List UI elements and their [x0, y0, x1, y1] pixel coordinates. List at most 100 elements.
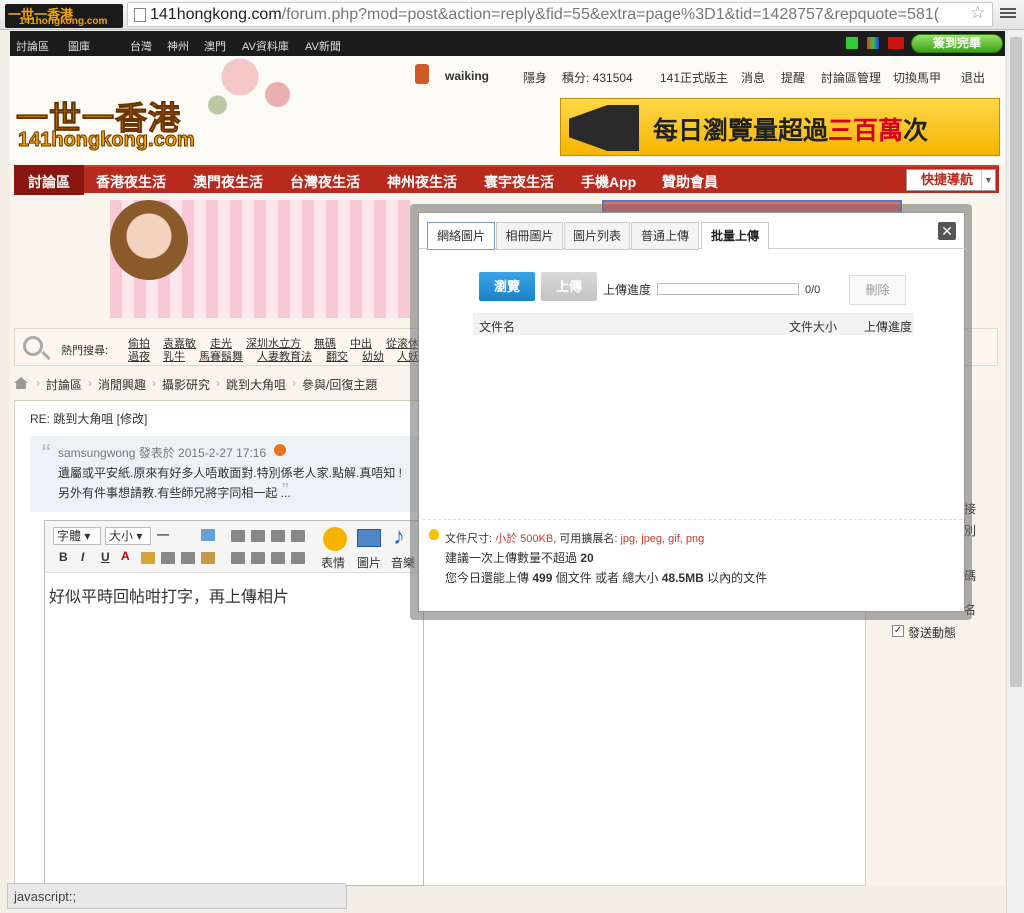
scrollbar-thumb[interactable] [1010, 37, 1022, 687]
invisible-toggle[interactable]: 隱身 [523, 69, 547, 86]
float-right-icon[interactable] [251, 552, 265, 564]
align-right-icon[interactable] [271, 530, 285, 542]
size-prefix: 文件尺寸: [445, 533, 493, 545]
quick-nav-dropdown[interactable]: 快捷導航 ▼ [906, 169, 996, 191]
hot-keyword[interactable]: 翻交 [326, 348, 348, 364]
emoji-icon[interactable] [323, 527, 347, 551]
font-color-button[interactable]: A [121, 549, 130, 563]
browse-button[interactable]: 瀏覽 [479, 272, 535, 301]
breadcrumb-photography[interactable]: 攝影研究 [162, 376, 210, 393]
align-center-icon[interactable] [251, 530, 265, 542]
breadcrumb-thread[interactable]: 跳到大角咀 [226, 376, 286, 393]
switch-account-link[interactable]: 切換馬甲 [893, 69, 941, 86]
send-feed-label: 發送動態 [908, 626, 957, 640]
link-icon[interactable] [161, 552, 175, 564]
image-upload-dialog: 網絡圖片 相冊圖片 圖片列表 普通上傳 批量上傳 ✕ 瀏覽 上傳 上傳進度 0/… [418, 212, 966, 612]
notifications-link[interactable]: 提醒 [781, 69, 805, 86]
topbar-link-av-db[interactable]: AV資料庫 [242, 38, 289, 54]
unlink-icon[interactable] [181, 552, 195, 564]
italic-button[interactable]: I [81, 550, 84, 564]
nav-item-taiwan-nightlife[interactable]: 台灣夜生活 [290, 172, 360, 192]
site-logo-domain[interactable]: 141hongkong.com [18, 129, 196, 152]
nav-item-sponsor[interactable]: 贊助會員 [662, 172, 718, 192]
image-icon[interactable] [357, 529, 381, 547]
emoji-label[interactable]: 表情 [321, 554, 345, 571]
send-feed-checkbox[interactable]: ✓ [892, 625, 904, 637]
size-select-value: 大小 [109, 529, 134, 543]
nav-item-china-nightlife[interactable]: 神州夜生活 [387, 172, 457, 192]
music-icon[interactable]: ♪ [393, 523, 405, 551]
tab-image-list[interactable]: 圖片列表 [564, 222, 630, 250]
nav-item-world-nightlife[interactable]: 寰宇夜生活 [484, 172, 554, 192]
color-icon[interactable] [867, 37, 879, 49]
moderator-link[interactable]: 141正式版主 [660, 69, 728, 86]
image-label[interactable]: 圖片 [357, 554, 381, 571]
hot-keyword[interactable]: 幼幼 [362, 348, 384, 364]
bold-button[interactable]: B [59, 550, 68, 564]
signin-button[interactable]: 簽到完畢 [911, 34, 1003, 53]
float-left-icon[interactable] [231, 552, 245, 564]
tab-batch-upload[interactable]: 批量上傳 [701, 222, 769, 250]
breadcrumb-leisure[interactable]: 消閒興趣 [98, 376, 146, 393]
tab-web-image[interactable]: 網絡圖片 [427, 222, 495, 250]
breadcrumb-forum[interactable]: 討論區 [46, 376, 82, 393]
editor-content[interactable]: 好似平時回帖咁打字，再上傳相片 [49, 583, 289, 607]
bookmark-star-icon[interactable]: ☆ [970, 3, 985, 23]
post-title: RE: 跳到大角咀 [修改] [30, 412, 148, 426]
hot-keyword[interactable]: 乳牛 [163, 348, 185, 364]
nav-item-macau-nightlife[interactable]: 澳門夜生活 [193, 172, 263, 192]
size-select[interactable]: 大小 ▾ [105, 527, 151, 545]
font-select[interactable]: 字體 ▾ [53, 527, 101, 545]
quote-meta: samsungwong 發表於 2015-2-27 17:16 [58, 446, 267, 460]
browser-menu-icon[interactable] [1000, 6, 1016, 22]
clear-format-icon[interactable] [201, 552, 215, 564]
tab-album-image[interactable]: 相冊圖片 [496, 222, 563, 250]
delete-button[interactable]: 刪除 [849, 275, 906, 305]
file-list-header: 文件名 文件大小 上傳進度 [473, 313, 914, 335]
hr-button[interactable]: — [157, 527, 169, 541]
address-bar[interactable]: 141hongkong.com/forum.php?mod=post&actio… [127, 2, 993, 27]
tab-normal-upload[interactable]: 普通上傳 [631, 222, 699, 250]
logout-link[interactable]: 退出 [961, 69, 985, 86]
nav-item-forum[interactable]: 討論區 [28, 172, 70, 192]
topbar-link-macau[interactable]: 澳門 [204, 38, 226, 54]
quote-open-icon: “ [42, 438, 51, 468]
ad-banner-left[interactable] [110, 200, 410, 318]
url-host: 141hongkong.com [150, 6, 282, 23]
search-icon[interactable] [23, 336, 43, 356]
points-link[interactable]: 積分: 431504 [562, 69, 633, 86]
close-icon[interactable]: ✕ [938, 222, 956, 240]
forum-admin-link[interactable]: 討論區管理 [821, 69, 881, 86]
nav-item-mobile-app[interactable]: 手機App [581, 172, 636, 192]
hot-keyword[interactable]: 人妻教育法 [257, 348, 312, 364]
page-scrollbar[interactable] [1006, 31, 1024, 913]
user-avatar[interactable] [415, 64, 429, 84]
unordered-list-icon[interactable] [291, 552, 305, 564]
hot-keyword[interactable]: 馬賽鬍舞 [199, 348, 243, 364]
url-text[interactable]: 141hongkong.com/forum.php?mod=post&actio… [150, 6, 970, 24]
table-icon[interactable] [201, 529, 215, 541]
underline-button[interactable]: U [101, 550, 110, 564]
hot-keyword[interactable]: 過夜 [128, 348, 150, 364]
today-count: 499 [532, 571, 553, 585]
today-size: 48.5MB [661, 571, 704, 585]
ordered-list-icon[interactable] [271, 552, 285, 564]
topbar-link-taiwan[interactable]: 台灣 [130, 38, 152, 54]
align-justify-icon[interactable] [291, 530, 305, 542]
flag-icon[interactable] [888, 37, 904, 49]
nav-item-hk-nightlife[interactable]: 香港夜生活 [96, 172, 166, 192]
home-icon[interactable] [14, 377, 28, 389]
jump-to-post-icon[interactable] [274, 444, 286, 456]
expand-icon[interactable] [846, 37, 858, 49]
header-banner-ad[interactable]: 每日瀏覽量超過三百萬次 [560, 98, 1000, 156]
topbar-link-av-news[interactable]: AV新聞 [305, 38, 341, 54]
messages-link[interactable]: 消息 [741, 69, 765, 86]
upload-button[interactable]: 上傳 [541, 272, 597, 301]
username-link[interactable]: waiking [445, 69, 489, 83]
topbar-link-forum[interactable]: 討論區 [16, 38, 49, 54]
topbar-link-china[interactable]: 神州 [167, 38, 189, 54]
highlight-icon[interactable] [141, 552, 155, 564]
topbar-link-gallery[interactable]: 圖庫 [68, 38, 90, 54]
align-left-icon[interactable] [231, 530, 245, 542]
today-mid: 個文件 或者 總大小 [555, 571, 659, 585]
